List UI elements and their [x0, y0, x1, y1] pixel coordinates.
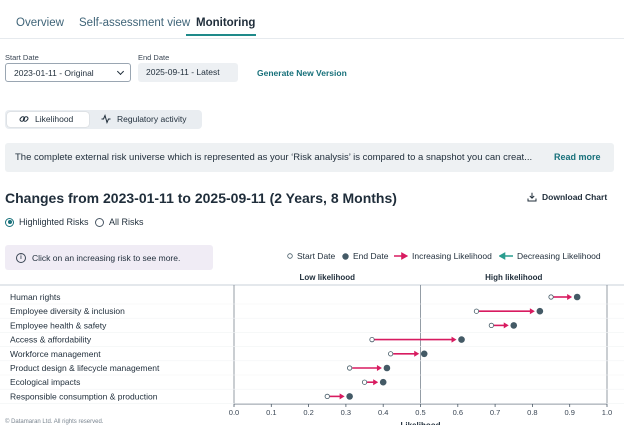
generate-new-version-button[interactable]: Generate New Version: [257, 68, 347, 78]
view-toggle: Likelihood Regulatory activity: [5, 110, 202, 129]
start-point: [548, 294, 554, 300]
download-chart-label: Download Chart: [542, 192, 608, 202]
section-label-high: High likelihood: [485, 273, 542, 282]
start-date-value: 2023-01-11 - Original: [14, 68, 94, 78]
increase-arrow-head: [376, 365, 382, 371]
start-point: [347, 365, 353, 371]
info-banner: The complete external risk universe whic…: [5, 143, 614, 172]
regulatory-activity-toggle[interactable]: Regulatory activity: [101, 114, 186, 124]
link-icon: [19, 116, 29, 122]
x-tick-label: 0.2: [303, 408, 313, 417]
end-date-label: End Date: [138, 53, 170, 62]
x-tick-label: 0.8: [527, 408, 537, 417]
start-point: [388, 351, 394, 357]
category-label: Responsible consumption & production: [10, 391, 158, 401]
highlighted-risks-label: Highlighted Risks: [19, 217, 89, 227]
x-tick-label: 0.7: [490, 408, 500, 417]
end-point: [536, 307, 544, 315]
increase-arrow-head: [451, 336, 457, 343]
x-tick-label: 1.0: [602, 408, 612, 417]
increase-arrow-head: [414, 350, 420, 357]
legend-increasing-label: Increasing Likelihood: [412, 251, 492, 261]
tab-bar: Overview Self-assessment view Monitoring: [0, 0, 624, 39]
end-point: [420, 350, 428, 358]
category-label: Access & affordability: [10, 335, 92, 345]
end-date-field: 2025-09-11 - Latest: [138, 63, 238, 82]
category-label: Workforce management: [10, 349, 101, 359]
x-axis-label: Likelihood: [401, 421, 441, 425]
tab-monitoring[interactable]: Monitoring: [196, 17, 255, 29]
end-point: [346, 393, 353, 400]
end-point: [383, 364, 391, 372]
hint-text: Click on an increasing risk to see more.: [32, 253, 181, 263]
x-tick-label: 0.4: [378, 408, 388, 417]
highlighted-risks-radio[interactable]: Highlighted Risks: [5, 217, 89, 227]
increase-arrow-head: [339, 393, 345, 400]
increase-arrow-head: [567, 294, 573, 300]
radio-selected-icon: [5, 217, 14, 227]
legend-decreasing-label: Decreasing Likelihood: [517, 251, 601, 261]
active-tab-indicator: [186, 34, 256, 36]
filled-dot-icon: [342, 252, 349, 260]
hint-box: i Click on an increasing risk to see mor…: [5, 245, 213, 270]
hollow-dot-icon: [287, 253, 293, 259]
section-label-low: Low likelihood: [299, 273, 355, 282]
end-point: [458, 336, 465, 343]
legend-end-date: End Date: [342, 251, 388, 261]
legend-start-label: Start Date: [297, 251, 336, 261]
start-point: [361, 379, 368, 385]
start-date-label: Start Date: [5, 53, 39, 62]
x-tick-label: 0.5: [415, 408, 425, 417]
start-date-select[interactable]: 2023-01-11 - Original: [5, 63, 131, 82]
read-more-link[interactable]: Read more: [554, 152, 601, 162]
start-point: [473, 308, 480, 314]
increase-arrow-head: [529, 308, 535, 315]
increase-arrow-head: [373, 379, 379, 386]
likelihood-change-chart: Low likelihood High likelihood 0.0 0.1 0.2 0.…: [0, 273, 624, 425]
start-point: [488, 322, 494, 329]
chevron-down-icon: [116, 67, 125, 76]
end-point: [573, 293, 581, 301]
increase-arrow-head: [503, 322, 509, 329]
legend-increasing: Increasing Likelihood: [394, 251, 492, 261]
category-label: Employee health & safety: [10, 320, 107, 330]
footer-copyright: © Datamaran Ltd. All rights reserved.: [5, 419, 104, 425]
likelihood-toggle-label: Likelihood: [35, 114, 74, 124]
x-tick-label: 0.0: [229, 408, 239, 417]
likelihood-toggle[interactable]: Likelihood: [19, 114, 73, 124]
tab-overview[interactable]: Overview: [16, 17, 64, 29]
arrow-left-icon: [499, 252, 513, 260]
category-label: Product design & lifecycle management: [10, 363, 160, 373]
radio-unselected-icon: [95, 217, 104, 227]
category-label: Human rights: [10, 292, 61, 302]
end-point: [510, 322, 518, 329]
download-icon: [527, 192, 537, 202]
end-point: [379, 378, 387, 386]
x-tick-label: 0.3: [341, 408, 351, 417]
arrow-right-icon: [394, 252, 408, 260]
legend-decreasing: Decreasing Likelihood: [499, 251, 601, 261]
all-risks-radio[interactable]: All Risks: [95, 217, 144, 227]
x-tick-label: 0.1: [266, 408, 276, 417]
regulatory-activity-toggle-label: Regulatory activity: [117, 114, 187, 124]
download-chart-button[interactable]: Download Chart: [527, 192, 607, 202]
legend-start-date: Start Date: [287, 251, 335, 261]
start-point: [324, 393, 330, 399]
end-date-value: 2025-09-11 - Latest: [146, 67, 220, 77]
category-label: Employee diversity & inclusion: [10, 306, 125, 316]
start-point: [369, 337, 375, 343]
category-label: Ecological impacts: [10, 377, 80, 387]
x-tick-label: 0.6: [453, 408, 463, 417]
x-tick-label: 0.9: [564, 408, 574, 417]
all-risks-label: All Risks: [109, 217, 144, 227]
legend-end-label: End Date: [353, 251, 389, 261]
info-icon: i: [16, 253, 26, 263]
page-title: Changes from 2023-01-11 to 2025-09-11 (2…: [5, 190, 397, 206]
activity-icon: [101, 114, 111, 124]
tab-self-assessment-view[interactable]: Self-assessment view: [79, 17, 190, 29]
banner-text: The complete external risk universe whic…: [15, 152, 533, 163]
